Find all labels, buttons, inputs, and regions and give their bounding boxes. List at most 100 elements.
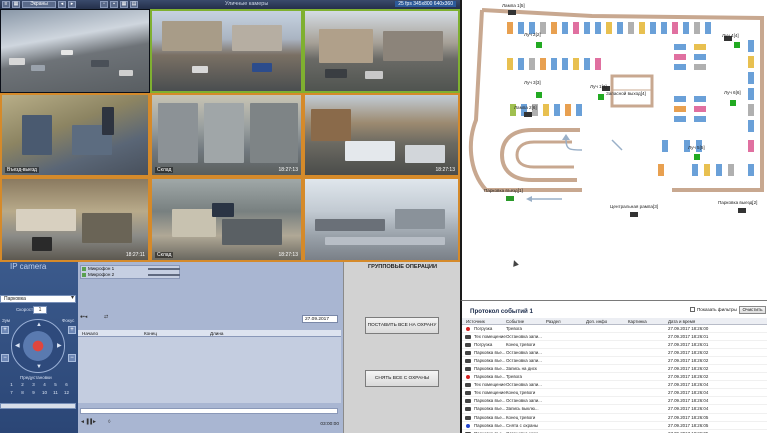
event-row[interactable]: Парковка въе... Запись на диск 27.09.2017 …	[462, 365, 767, 374]
focus-plus-icon[interactable]: +	[68, 326, 76, 334]
event-row[interactable]: Погрузка Конец тревоги 27.09.2017 18:26:01	[462, 341, 767, 350]
column-header[interactable]: Начало	[82, 331, 98, 336]
camera-tile[interactable]	[303, 177, 460, 262]
event-row[interactable]: Парковка въе... Снята с охраны 27.09.2017 …	[462, 422, 767, 430]
map-label[interactable]: Лампа 1[5]	[502, 3, 525, 8]
event-row[interactable]: Парковка въе... Запись выклю... 27.09.2017…	[462, 405, 767, 414]
event-row[interactable]: Парковка въе... Тревога 27.09.2017 18:26:0…	[462, 373, 767, 382]
playback-time: 03:00:00	[320, 422, 339, 427]
audio-source-item[interactable]: Микрофон 2	[82, 272, 180, 277]
map-label[interactable]: Парковка въезд[1]	[484, 188, 523, 193]
checkbox-icon[interactable]	[82, 266, 86, 271]
event-row[interactable]: Погрузка Тревога 27.09.2017 18:26:00	[462, 325, 767, 334]
archive-panel: Микрофон 1 Микрофон 2 ●▪◂ ⇄ 27.09.2017 Н…	[78, 262, 343, 433]
camera-tile[interactable]	[150, 9, 303, 93]
map-label[interactable]: Запасной выход[4]	[606, 91, 646, 96]
preset-button[interactable]: 3	[28, 382, 39, 387]
map-label[interactable]: Луч 3[3]	[524, 80, 541, 85]
column-header[interactable]: Конец	[144, 331, 157, 336]
camera-tile[interactable]: Въезд-выезд	[0, 93, 150, 177]
camera-icon	[465, 383, 471, 388]
preset-button[interactable]: 5	[50, 382, 61, 387]
column-header[interactable]: Картинка	[628, 319, 647, 324]
camera-tile[interactable]: Склад 18:27:13	[150, 93, 303, 177]
map-label[interactable]: Луч 1[1]	[590, 84, 607, 89]
preset-select[interactable]: Парковка	[0, 295, 76, 303]
event-time: 27.09.2017 18:26:01	[668, 342, 709, 348]
prev-icon[interactable]: ◂	[58, 1, 66, 8]
column-header[interactable]: Длина	[210, 331, 223, 336]
camera-tile[interactable]: 18:27:11	[0, 177, 150, 262]
layout-icon[interactable]: ▦	[12, 1, 20, 8]
column-header[interactable]: Дата и время	[668, 319, 695, 324]
map-label[interactable]: Парковка выезд[2]	[718, 200, 757, 205]
archive-date-input[interactable]: 27.09.2017	[302, 315, 338, 323]
timeline-scrubber[interactable]	[80, 408, 338, 414]
grid-1-icon[interactable]: ▫	[100, 1, 108, 8]
zoom-out-icon[interactable]: −	[1, 354, 9, 362]
map-label[interactable]: Центральная рампа[3]	[610, 204, 658, 209]
export-icon[interactable]: ⇄	[104, 314, 108, 320]
column-header[interactable]: Раздел	[546, 319, 561, 324]
arrow-down-icon[interactable]: ▼	[36, 364, 42, 370]
column-header[interactable]: Событие	[506, 319, 524, 324]
status-dot-icon	[466, 327, 470, 331]
camera-tile[interactable]	[303, 9, 460, 93]
disarm-all-button[interactable]: СНЯТЬ ВСЕ С ОХРАНЫ	[365, 370, 439, 387]
archive-table-body[interactable]	[78, 337, 341, 403]
event-row[interactable]: Тех помещение Остановка запи... 27.09.2017…	[462, 381, 767, 390]
next-icon[interactable]: ▸	[68, 1, 76, 8]
event-row[interactable]: Парковка въе...Остановка запи...27.09.20…	[462, 397, 767, 406]
speaker-icon[interactable]: ◊	[108, 419, 110, 425]
arm-all-button[interactable]: ПОСТАВИТЬ ВСЕ НА ОХРАНУ	[365, 317, 439, 334]
event-row[interactable]: Парковка въе... Конец тревоги 27.09.2017 1…	[462, 414, 767, 422]
ptz-slider[interactable]	[0, 403, 76, 409]
camera-tile[interactable]	[0, 9, 150, 93]
focus-minus-icon[interactable]: −	[68, 354, 76, 362]
camera-tile[interactable]: 18:27:13	[303, 93, 460, 177]
zoom-in-icon[interactable]: +	[1, 326, 9, 334]
event-row[interactable]: Парковка въе...Остановка запи...27.09.20…	[462, 357, 767, 366]
menu-icon[interactable]: ≡	[2, 1, 10, 8]
arrow-left-icon[interactable]: ◀	[15, 342, 20, 349]
preset-button[interactable]: 4	[39, 382, 50, 387]
map-label[interactable]: Луч 5[5]	[688, 145, 705, 150]
preset-button[interactable]: 9	[28, 390, 39, 395]
preset-button[interactable]: 8	[17, 390, 28, 395]
map-label[interactable]: Луч 6[6]	[724, 90, 741, 95]
preset-button[interactable]: 10	[39, 390, 50, 395]
screens-tab[interactable]: Экраны	[22, 1, 56, 8]
grid-9-icon[interactable]: ▦	[120, 1, 128, 8]
clear-button[interactable]: Очистить	[739, 306, 766, 314]
arrow-right-icon[interactable]: ▶	[57, 342, 62, 349]
grid-4-icon[interactable]: ▪	[110, 1, 118, 8]
volume-slider[interactable]	[148, 274, 180, 276]
event-row[interactable]: Тех помещение Остановка запи... 27.09.2017…	[462, 333, 767, 342]
column-header[interactable]: Источник	[466, 319, 485, 324]
preset-button[interactable]: 2	[17, 382, 28, 387]
speed-stepper[interactable]: 1	[33, 306, 47, 314]
preset-button[interactable]: 6	[61, 382, 72, 387]
preset-button[interactable]: 11	[50, 390, 61, 395]
map-label[interactable]: Луч 2[2]	[524, 32, 541, 37]
playback-controls-icon[interactable]: ◄▐▐►	[80, 419, 97, 425]
camera-tile[interactable]: Склад 18:27:13	[150, 177, 303, 262]
map-label[interactable]: Лампа 2[6]	[514, 105, 537, 110]
event-row[interactable]: Парковка въе...Остановка запи...27.09.20…	[462, 349, 767, 358]
preset-button[interactable]: 1	[6, 382, 17, 387]
event-row[interactable]: Тех помещение Конец тревоги 27.09.2017 18:…	[462, 389, 767, 398]
ptz-joystick[interactable]: ▲ ▼ ◀ ▶	[11, 319, 65, 373]
volume-slider[interactable]	[148, 268, 180, 270]
checkbox-icon[interactable]	[690, 307, 695, 313]
audio-source-item[interactable]: Микрофон 1	[82, 266, 180, 271]
map-label[interactable]: Луч 4[4]	[722, 33, 739, 38]
event-row[interactable]: Парковка въе...Остановка запи...27.09.20…	[462, 430, 767, 433]
show-filters-toggle[interactable]: Показать фильтры	[690, 307, 737, 313]
preset-button[interactable]: 12	[61, 390, 72, 395]
column-header[interactable]: Доп. инфо	[586, 319, 607, 324]
record-icon[interactable]: ●▪◂	[80, 314, 87, 320]
grid-16-icon[interactable]: ▤	[130, 1, 138, 8]
preset-button[interactable]: 7	[6, 390, 17, 395]
arrow-up-icon[interactable]: ▲	[36, 322, 42, 328]
checkbox-icon[interactable]	[82, 272, 86, 277]
